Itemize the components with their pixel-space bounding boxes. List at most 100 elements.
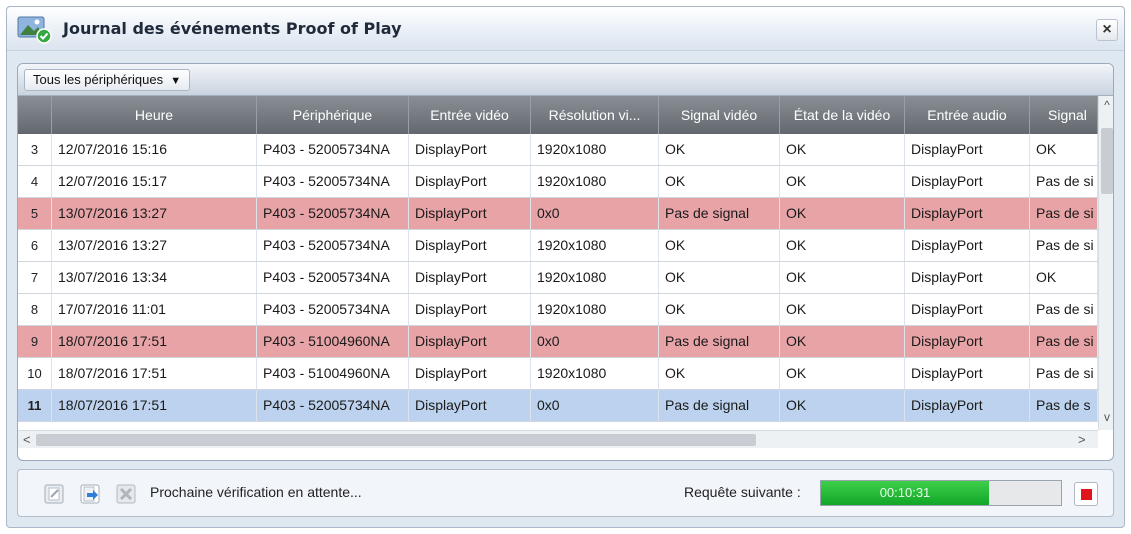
device-filter-dropdown[interactable]: Tous les périphériques ▼ xyxy=(24,69,191,91)
row-number: 9 xyxy=(18,326,52,357)
cell-entree-audio: DisplayPort xyxy=(905,262,1030,293)
image-check-icon xyxy=(17,16,52,44)
status-message: Prochaine vérification en attente... xyxy=(150,484,362,500)
cell-signal-video: OK xyxy=(659,230,780,261)
clear-icon[interactable] xyxy=(114,482,138,506)
table-row[interactable]: 7 13/07/2016 13:34 P403 - 52005734NA Displa… xyxy=(18,262,1098,294)
cell-resolution-video: 1920x1080 xyxy=(531,134,659,165)
cell-signal-video: OK xyxy=(659,262,780,293)
column-header-peripherique[interactable]: Périphérique xyxy=(257,96,409,134)
row-number: 4 xyxy=(18,166,52,197)
table-row[interactable]: 11 18/07/2016 17:51 P403 - 52005734NA Displ… xyxy=(18,390,1098,422)
cell-entree-audio: DisplayPort xyxy=(905,358,1030,389)
scroll-right-arrow-icon[interactable]: > xyxy=(1078,431,1086,449)
cell-signal-video: Pas de signal xyxy=(659,390,780,421)
cell-peripherique: P403 - 52005734NA xyxy=(257,198,409,229)
cell-signal-audio: Pas de si xyxy=(1030,230,1098,261)
cell-resolution-video: 1920x1080 xyxy=(531,262,659,293)
cell-heure: 12/07/2016 15:17 xyxy=(52,166,257,197)
column-header-entree-audio[interactable]: Entrée audio xyxy=(905,96,1030,134)
cell-signal-video: OK xyxy=(659,166,780,197)
cell-signal-audio: Pas de si xyxy=(1030,166,1098,197)
cell-peripherique: P403 - 52005734NA xyxy=(257,230,409,261)
cell-entree-audio: DisplayPort xyxy=(905,198,1030,229)
row-number: 11 xyxy=(18,390,52,421)
column-header-signal-audio[interactable]: Signal xyxy=(1030,96,1098,134)
table-row[interactable]: 8 17/07/2016 11:01 P403 - 52005734NA Displa… xyxy=(18,294,1098,326)
row-number: 7 xyxy=(18,262,52,293)
cell-peripherique: P403 - 52005734NA xyxy=(257,390,409,421)
cell-heure: 13/07/2016 13:27 xyxy=(52,198,257,229)
cell-etat-video: OK xyxy=(780,198,905,229)
column-header-resolution-video[interactable]: Résolution vi... xyxy=(531,96,659,134)
status-bar: Prochaine vérification en attente... Req… xyxy=(17,469,1114,517)
cell-signal-audio: Pas de s xyxy=(1030,390,1098,421)
cell-peripherique: P403 - 52005734NA xyxy=(257,262,409,293)
vertical-scroll-thumb[interactable] xyxy=(1101,128,1113,194)
cell-etat-video: OK xyxy=(780,262,905,293)
cell-etat-video: OK xyxy=(780,134,905,165)
cell-etat-video: OK xyxy=(780,166,905,197)
cell-signal-audio: Pas de si xyxy=(1030,294,1098,325)
cell-signal-audio: OK xyxy=(1030,134,1098,165)
cell-heure: 13/07/2016 13:34 xyxy=(52,262,257,293)
cell-signal-video: OK xyxy=(659,358,780,389)
column-header-signal-video[interactable]: Signal vidéo xyxy=(659,96,780,134)
cell-signal-audio: Pas de si xyxy=(1030,358,1098,389)
vertical-scrollbar[interactable]: ^ v xyxy=(1098,96,1113,430)
column-header-entree-video[interactable]: Entrée vidéo xyxy=(409,96,531,134)
cell-resolution-video: 1920x1080 xyxy=(531,358,659,389)
stop-button[interactable] xyxy=(1074,482,1098,506)
cell-peripherique: P403 - 51004960NA xyxy=(257,358,409,389)
scroll-up-arrow-icon[interactable]: ^ xyxy=(1099,98,1113,112)
horizontal-scrollbar[interactable]: < > xyxy=(18,430,1098,448)
cell-signal-video: Pas de signal xyxy=(659,198,780,229)
table-row[interactable]: 3 12/07/2016 15:16 P403 - 52005734NA Displa… xyxy=(18,134,1098,166)
column-header-etat-video[interactable]: État de la vidéo xyxy=(780,96,905,134)
cell-entree-video: DisplayPort xyxy=(409,390,531,421)
window-title: Journal des événements Proof of Play xyxy=(63,19,402,38)
countdown-value: 00:10:31 xyxy=(879,485,931,500)
cell-heure: 13/07/2016 13:27 xyxy=(52,230,257,261)
table-row[interactable]: 6 13/07/2016 13:27 P403 - 52005734NA Displa… xyxy=(18,230,1098,262)
cell-peripherique: P403 - 52005734NA xyxy=(257,166,409,197)
cell-entree-audio: DisplayPort xyxy=(905,134,1030,165)
title-bar: Journal des événements Proof of Play × xyxy=(7,7,1124,51)
cell-heure: 18/07/2016 17:51 xyxy=(52,326,257,357)
cell-heure: 12/07/2016 15:16 xyxy=(52,134,257,165)
scroll-left-arrow-icon[interactable]: < xyxy=(23,431,31,449)
next-request-label: Requête suivante : xyxy=(684,484,801,500)
cell-entree-video: DisplayPort xyxy=(409,166,531,197)
table-row[interactable]: 4 12/07/2016 15:17 P403 - 52005734NA Displa… xyxy=(18,166,1098,198)
stop-icon xyxy=(1081,489,1092,500)
table-row[interactable]: 9 18/07/2016 17:51 P403 - 51004960NA Displa… xyxy=(18,326,1098,358)
scroll-down-arrow-icon[interactable]: v xyxy=(1099,410,1113,424)
cell-entree-audio: DisplayPort xyxy=(905,166,1030,197)
cell-resolution-video: 1920x1080 xyxy=(531,294,659,325)
cell-signal-video: OK xyxy=(659,134,780,165)
edit-icon[interactable] xyxy=(42,482,66,506)
row-number: 6 xyxy=(18,230,52,261)
cell-entree-video: DisplayPort xyxy=(409,262,531,293)
row-number: 3 xyxy=(18,134,52,165)
column-header-row-number[interactable] xyxy=(18,96,52,134)
table-row[interactable]: 5 13/07/2016 13:27 P403 - 52005734NA Displa… xyxy=(18,198,1098,230)
close-button[interactable]: × xyxy=(1096,19,1118,41)
export-icon[interactable] xyxy=(78,482,102,506)
column-header-heure[interactable]: Heure xyxy=(52,96,257,134)
row-number: 5 xyxy=(18,198,52,229)
proof-of-play-window: Journal des événements Proof of Play × T… xyxy=(6,6,1125,528)
cell-peripherique: P403 - 51004960NA xyxy=(257,326,409,357)
cell-heure: 18/07/2016 17:51 xyxy=(52,358,257,389)
cell-heure: 17/07/2016 11:01 xyxy=(52,294,257,325)
cell-resolution-video: 1920x1080 xyxy=(531,166,659,197)
row-number: 8 xyxy=(18,294,52,325)
horizontal-scroll-thumb[interactable] xyxy=(36,434,756,446)
events-panel: Tous les périphériques ▼ Heure Périphéri… xyxy=(17,63,1114,461)
cell-entree-audio: DisplayPort xyxy=(905,326,1030,357)
cell-entree-video: DisplayPort xyxy=(409,358,531,389)
cell-entree-video: DisplayPort xyxy=(409,134,531,165)
row-number: 10 xyxy=(18,358,52,389)
events-table[interactable]: Heure Périphérique Entrée vidéo Résoluti… xyxy=(18,96,1098,430)
table-row[interactable]: 10 18/07/2016 17:51 P403 - 51004960NA Displ… xyxy=(18,358,1098,390)
